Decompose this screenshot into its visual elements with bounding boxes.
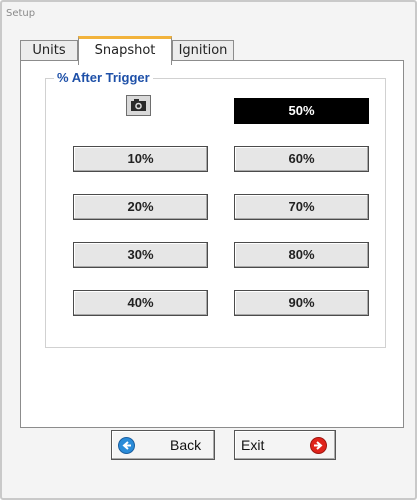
- tab-units[interactable]: Units: [20, 40, 78, 61]
- exit-label: Exit: [241, 437, 265, 453]
- percent-20-button[interactable]: 20%: [73, 194, 208, 220]
- window-title: Setup: [6, 8, 36, 19]
- after-trigger-group: % After Trigger 50% 10% 60% 20% 70% 30% …: [45, 70, 386, 348]
- back-button[interactable]: Back: [111, 430, 215, 460]
- arrow-right-icon: [310, 437, 327, 454]
- arrow-left-icon: [118, 437, 135, 454]
- percent-80-button[interactable]: 80%: [234, 242, 369, 268]
- setup-window: Setup Units Snapshot Ignition % After Tr…: [0, 0, 417, 500]
- tab-snapshot[interactable]: Snapshot: [78, 36, 172, 65]
- exit-button[interactable]: Exit: [234, 430, 336, 460]
- percent-40-button[interactable]: 40%: [73, 290, 208, 316]
- percent-50-button[interactable]: 50%: [234, 98, 369, 124]
- percent-70-button[interactable]: 70%: [234, 194, 369, 220]
- percent-30-button[interactable]: 30%: [73, 242, 208, 268]
- snapshot-panel: % After Trigger 50% 10% 60% 20% 70% 30% …: [20, 60, 404, 428]
- camera-icon[interactable]: [126, 95, 151, 116]
- percent-90-button[interactable]: 90%: [234, 290, 369, 316]
- tab-ignition[interactable]: Ignition: [172, 40, 234, 61]
- percent-60-button[interactable]: 60%: [234, 146, 369, 172]
- group-title: % After Trigger: [54, 70, 153, 85]
- back-label: Back: [170, 437, 202, 453]
- percent-10-button[interactable]: 10%: [73, 146, 208, 172]
